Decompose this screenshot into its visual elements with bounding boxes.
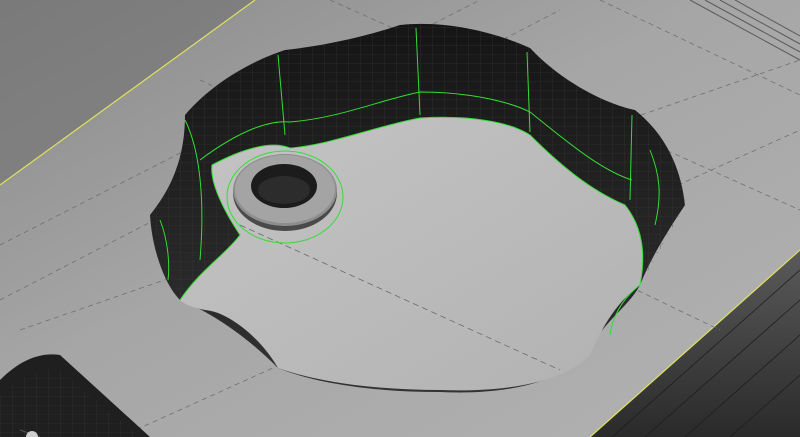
cad-scene[interactable] [0, 0, 800, 437]
cad-3d-viewport[interactable] [0, 0, 800, 437]
